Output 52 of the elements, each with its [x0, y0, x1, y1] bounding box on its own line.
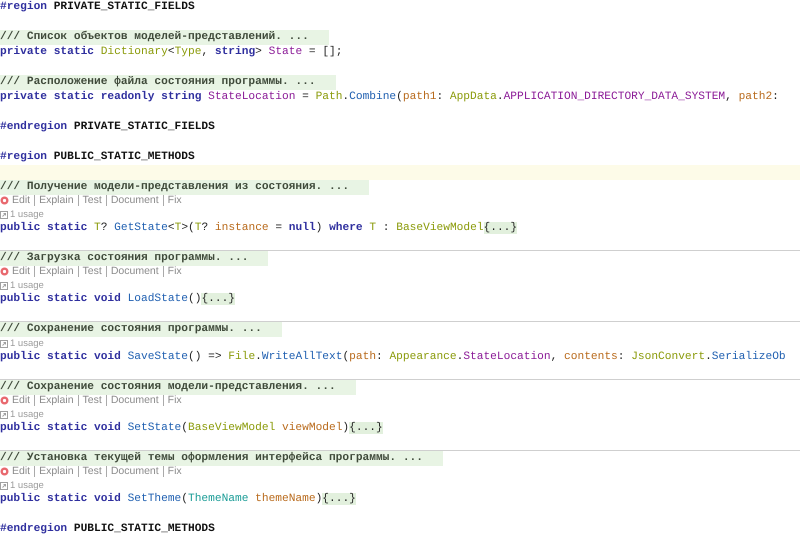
link-arrow-icon [0, 282, 8, 290]
link-arrow-icon [0, 482, 8, 490]
action-link[interactable]: Test [78, 195, 106, 206]
doc-comment: /// Расположение файла состояния программы. ... [0, 75, 336, 90]
action-link[interactable]: Fix [162, 195, 186, 206]
action-link[interactable]: Edit [10, 266, 34, 277]
link-arrow-icon [0, 210, 8, 218]
circle-icon [0, 196, 9, 205]
code-line: public static T? GetState<T>(T? instance = null) where T : BaseViewModel{...} [0, 221, 518, 236]
code-line: public static void SetState(BaseViewModel viewModel){...} [0, 421, 383, 436]
circle-icon [0, 467, 9, 476]
code-line: private static Dictionary<Type, string> State = []; [0, 45, 342, 60]
circle-icon [0, 396, 9, 405]
usage-link[interactable]: 1 usage [10, 208, 44, 221]
code-line: #region PRIVATE_STATIC_FIELDS [0, 0, 195, 15]
doc-comment: /// Загрузка состояния программы. ... [0, 251, 268, 266]
link-arrow-icon [0, 410, 8, 418]
doc-comment: /// Сохранение состояния программы. ... [0, 322, 282, 337]
action-link[interactable]: Explain [34, 395, 78, 406]
code-line: #endregion PRIVATE_STATIC_FIELDS [0, 120, 215, 135]
action-link[interactable]: Edit [10, 466, 34, 477]
code-line: public static void LoadState(){...} [0, 292, 236, 307]
doc-comment: /// Получение модели-представления из состояния. ... [0, 180, 370, 195]
code-line: private static readonly string StateLocation = Path.Combine(path1: AppData.APPLICATION_DIRECTORY_DATA_SYSTEM, path2: [0, 90, 779, 105]
action-link[interactable]: Fix [162, 395, 186, 406]
action-link[interactable]: Explain [34, 195, 78, 206]
action-link[interactable]: Edit [10, 195, 34, 206]
circle-icon [0, 267, 9, 276]
action-link[interactable]: Explain [34, 466, 78, 477]
action-link[interactable]: Document [106, 195, 163, 206]
code-line: public static void SaveState() => File.WriteAllText(path: Appearance.StateLocation, contents: JsonConvert.SerializeOb [0, 350, 786, 365]
code-line: #endregion PUBLIC_STATIC_METHODS [0, 522, 215, 537]
action-link[interactable]: Fix [162, 266, 186, 277]
usage-link[interactable]: 1 usage [10, 337, 44, 350]
usage-link[interactable]: 1 usage [10, 279, 44, 292]
action-link[interactable]: Fix [162, 466, 186, 477]
action-link[interactable]: Document [106, 266, 163, 277]
link-arrow-icon [0, 340, 8, 348]
usage-link[interactable]: 1 usage [10, 479, 44, 492]
doc-comment: /// Список объектов моделей-представлений. ... [0, 30, 329, 45]
action-link[interactable]: Explain [34, 266, 78, 277]
action-link[interactable]: Test [78, 466, 106, 477]
action-link[interactable]: Test [78, 266, 106, 277]
action-link[interactable]: Edit [10, 395, 34, 406]
doc-comment: /// Установка текущей темы оформления интерфейса программы. ... [0, 451, 443, 466]
doc-comment: /// Сохранение состояния модели-представления. ... [0, 380, 356, 395]
action-link[interactable]: Test [78, 395, 106, 406]
code-line: #region PUBLIC_STATIC_METHODS [0, 150, 195, 165]
action-link[interactable]: Document [106, 466, 163, 477]
code-line: public static void SetTheme(ThemeName themeName){...} [0, 492, 356, 507]
usage-link[interactable]: 1 usage [10, 408, 44, 421]
action-link[interactable]: Document [106, 395, 163, 406]
